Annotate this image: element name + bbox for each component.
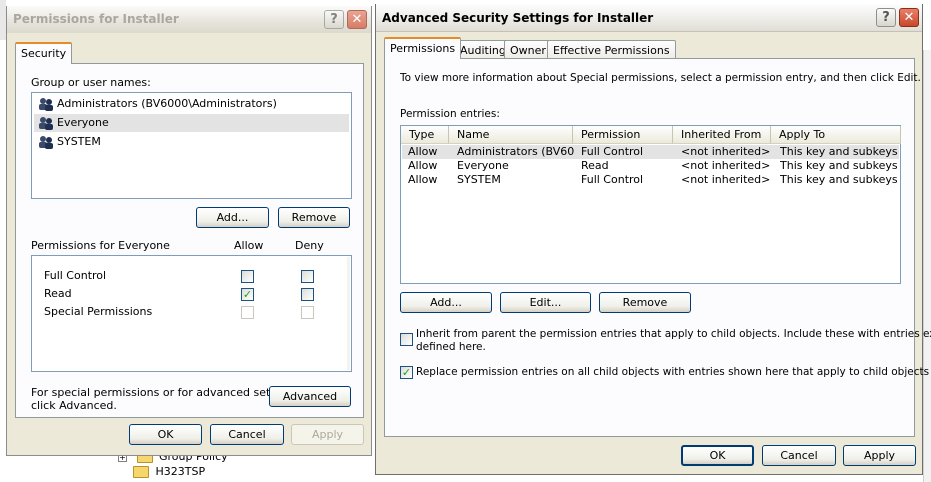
folder-icon [133, 466, 149, 478]
dialog-title: Advanced Security Settings for Installer [382, 11, 654, 25]
column-header-inherited-from[interactable]: Inherited From [673, 126, 771, 144]
tab-label: Auditing [460, 44, 506, 57]
cell-apply-to: This key and subkeys [780, 159, 898, 172]
close-button[interactable]: ✕ [347, 10, 367, 29]
permission-entries-table[interactable]: Type Name Permission Inherited From Appl… [400, 125, 901, 284]
permissions-dialog-titlebar[interactable]: Permissions for Installer ? ✕ [7, 6, 371, 33]
help-button[interactable]: ? [876, 8, 896, 27]
advanced-button[interactable]: Advanced [269, 386, 351, 407]
tree-item-h323tsp[interactable]: H323TSP [133, 465, 205, 478]
security-tab-panel: Group or user names: Administrators (BV6… [15, 63, 364, 418]
replace-checkbox[interactable]: ✓ [400, 366, 413, 379]
deny-checkbox [301, 306, 314, 319]
close-button[interactable]: ✕ [899, 8, 919, 27]
permissions-list: Full Control Read ✓ Special Permissions [31, 255, 352, 372]
cell-permission: Full Control [581, 173, 644, 186]
tab-permissions[interactable]: Permissions [384, 37, 462, 59]
users-group-icon [39, 98, 53, 111]
column-header-permission[interactable]: Permission [573, 126, 673, 144]
advanced-help-text: For special permissions or for advanced … [31, 386, 301, 399]
tree-item-label: H323TSP [155, 465, 206, 478]
cell-type: Allow [408, 159, 438, 172]
permission-entries-label: Permission entries: [400, 108, 500, 120]
tab-label: Permissions [390, 42, 456, 55]
user-name: SYSTEM [57, 135, 101, 148]
table-row[interactable]: Allow SYSTEM Full Control <not inherited… [402, 173, 899, 187]
advanced-help-text: click Advanced. [31, 399, 117, 412]
cell-inherited-from: <not inherited> [681, 173, 771, 186]
user-name: Everyone [57, 116, 109, 129]
cell-inherited-from: <not inherited> [681, 145, 771, 158]
advanced-security-dialog: Advanced Security Settings for Installer… [375, 4, 931, 475]
cell-apply-to: This key and subkeys [780, 145, 898, 158]
cell-name: Administrators (BV600... [457, 145, 575, 158]
deny-checkbox[interactable] [301, 270, 314, 283]
tab-effective-permissions[interactable]: Effective Permissions [547, 40, 676, 60]
cell-permission: Read [581, 159, 609, 172]
table-row[interactable]: Allow Administrators (BV600... Full Cont… [402, 145, 899, 159]
inherit-checkbox-label: Inherit from parent the permission entri… [416, 328, 931, 340]
advanced-dialog-titlebar[interactable]: Advanced Security Settings for Installer… [376, 4, 922, 32]
ok-button[interactable]: OK [129, 424, 202, 445]
inherit-checkbox-label: defined here. [416, 341, 486, 353]
allow-checkbox [241, 306, 254, 319]
cell-type: Allow [408, 145, 438, 158]
remove-button[interactable]: Remove [599, 292, 691, 313]
cell-apply-to: This key and subkeys [780, 173, 898, 186]
user-list-item[interactable]: Administrators (BV6000\Administrators) [34, 95, 349, 113]
user-name: Administrators (BV6000\Administrators) [57, 97, 277, 110]
cell-inherited-from: <not inherited> [681, 159, 771, 172]
group-or-user-names-label: Group or user names: [31, 76, 151, 89]
tab-owner[interactable]: Owner [504, 40, 552, 60]
column-header-apply-to[interactable]: Apply To [771, 126, 901, 144]
apply-button: Apply [291, 424, 364, 445]
dialog-title: Permissions for Installer [13, 12, 179, 26]
allow-checkbox[interactable]: ✓ [241, 288, 254, 301]
cell-type: Allow [408, 173, 438, 186]
user-list[interactable]: Administrators (BV6000\Administrators) E… [31, 92, 352, 199]
users-group-icon [39, 136, 53, 149]
table-row[interactable]: Allow Everyone Read <not inherited> This… [402, 159, 899, 173]
allow-column-header: Allow [234, 239, 264, 252]
inherit-checkbox[interactable] [400, 333, 413, 346]
help-button[interactable]: ? [324, 10, 344, 29]
deny-column-header: Deny [295, 239, 324, 252]
remove-button[interactable]: Remove [278, 207, 350, 228]
replace-checkbox-label: Replace permission entries on all child … [416, 366, 930, 378]
cell-name: SYSTEM [457, 173, 501, 186]
ok-button[interactable]: OK [681, 445, 754, 466]
permissions-tab-panel: To view more information about Special p… [384, 58, 931, 437]
edit-button[interactable]: Edit... [500, 292, 591, 313]
allow-checkbox[interactable] [241, 270, 254, 283]
permission-name: Special Permissions [44, 305, 153, 318]
intro-text: To view more information about Special p… [400, 72, 921, 84]
tab-label: Effective Permissions [553, 44, 670, 57]
cell-permission: Full Control [581, 145, 644, 158]
cell-name: Everyone [457, 159, 509, 172]
permission-name: Full Control [44, 269, 107, 282]
permissions-dialog: Permissions for Installer ? ✕ Security G… [6, 6, 372, 456]
permission-name: Read [44, 287, 72, 300]
user-list-item[interactable]: SYSTEM [34, 133, 349, 151]
tab-label: Security [21, 47, 67, 60]
tab-label: Owner [510, 44, 546, 57]
permissions-list-scrollbar[interactable] [347, 257, 350, 370]
column-header-name[interactable]: Name [449, 126, 573, 144]
cancel-button[interactable]: Cancel [762, 445, 836, 466]
tab-security[interactable]: Security [15, 42, 73, 64]
add-button[interactable]: Add... [400, 292, 492, 313]
users-group-icon [39, 117, 53, 130]
cancel-button[interactable]: Cancel [210, 424, 284, 445]
user-list-item[interactable]: Everyone [34, 114, 349, 132]
permissions-for-label: Permissions for Everyone [31, 239, 170, 252]
column-header-type[interactable]: Type [401, 126, 449, 144]
apply-button[interactable]: Apply [843, 445, 916, 466]
background-right-edge [923, 50, 931, 482]
add-button[interactable]: Add... [196, 207, 269, 228]
deny-checkbox[interactable] [301, 288, 314, 301]
